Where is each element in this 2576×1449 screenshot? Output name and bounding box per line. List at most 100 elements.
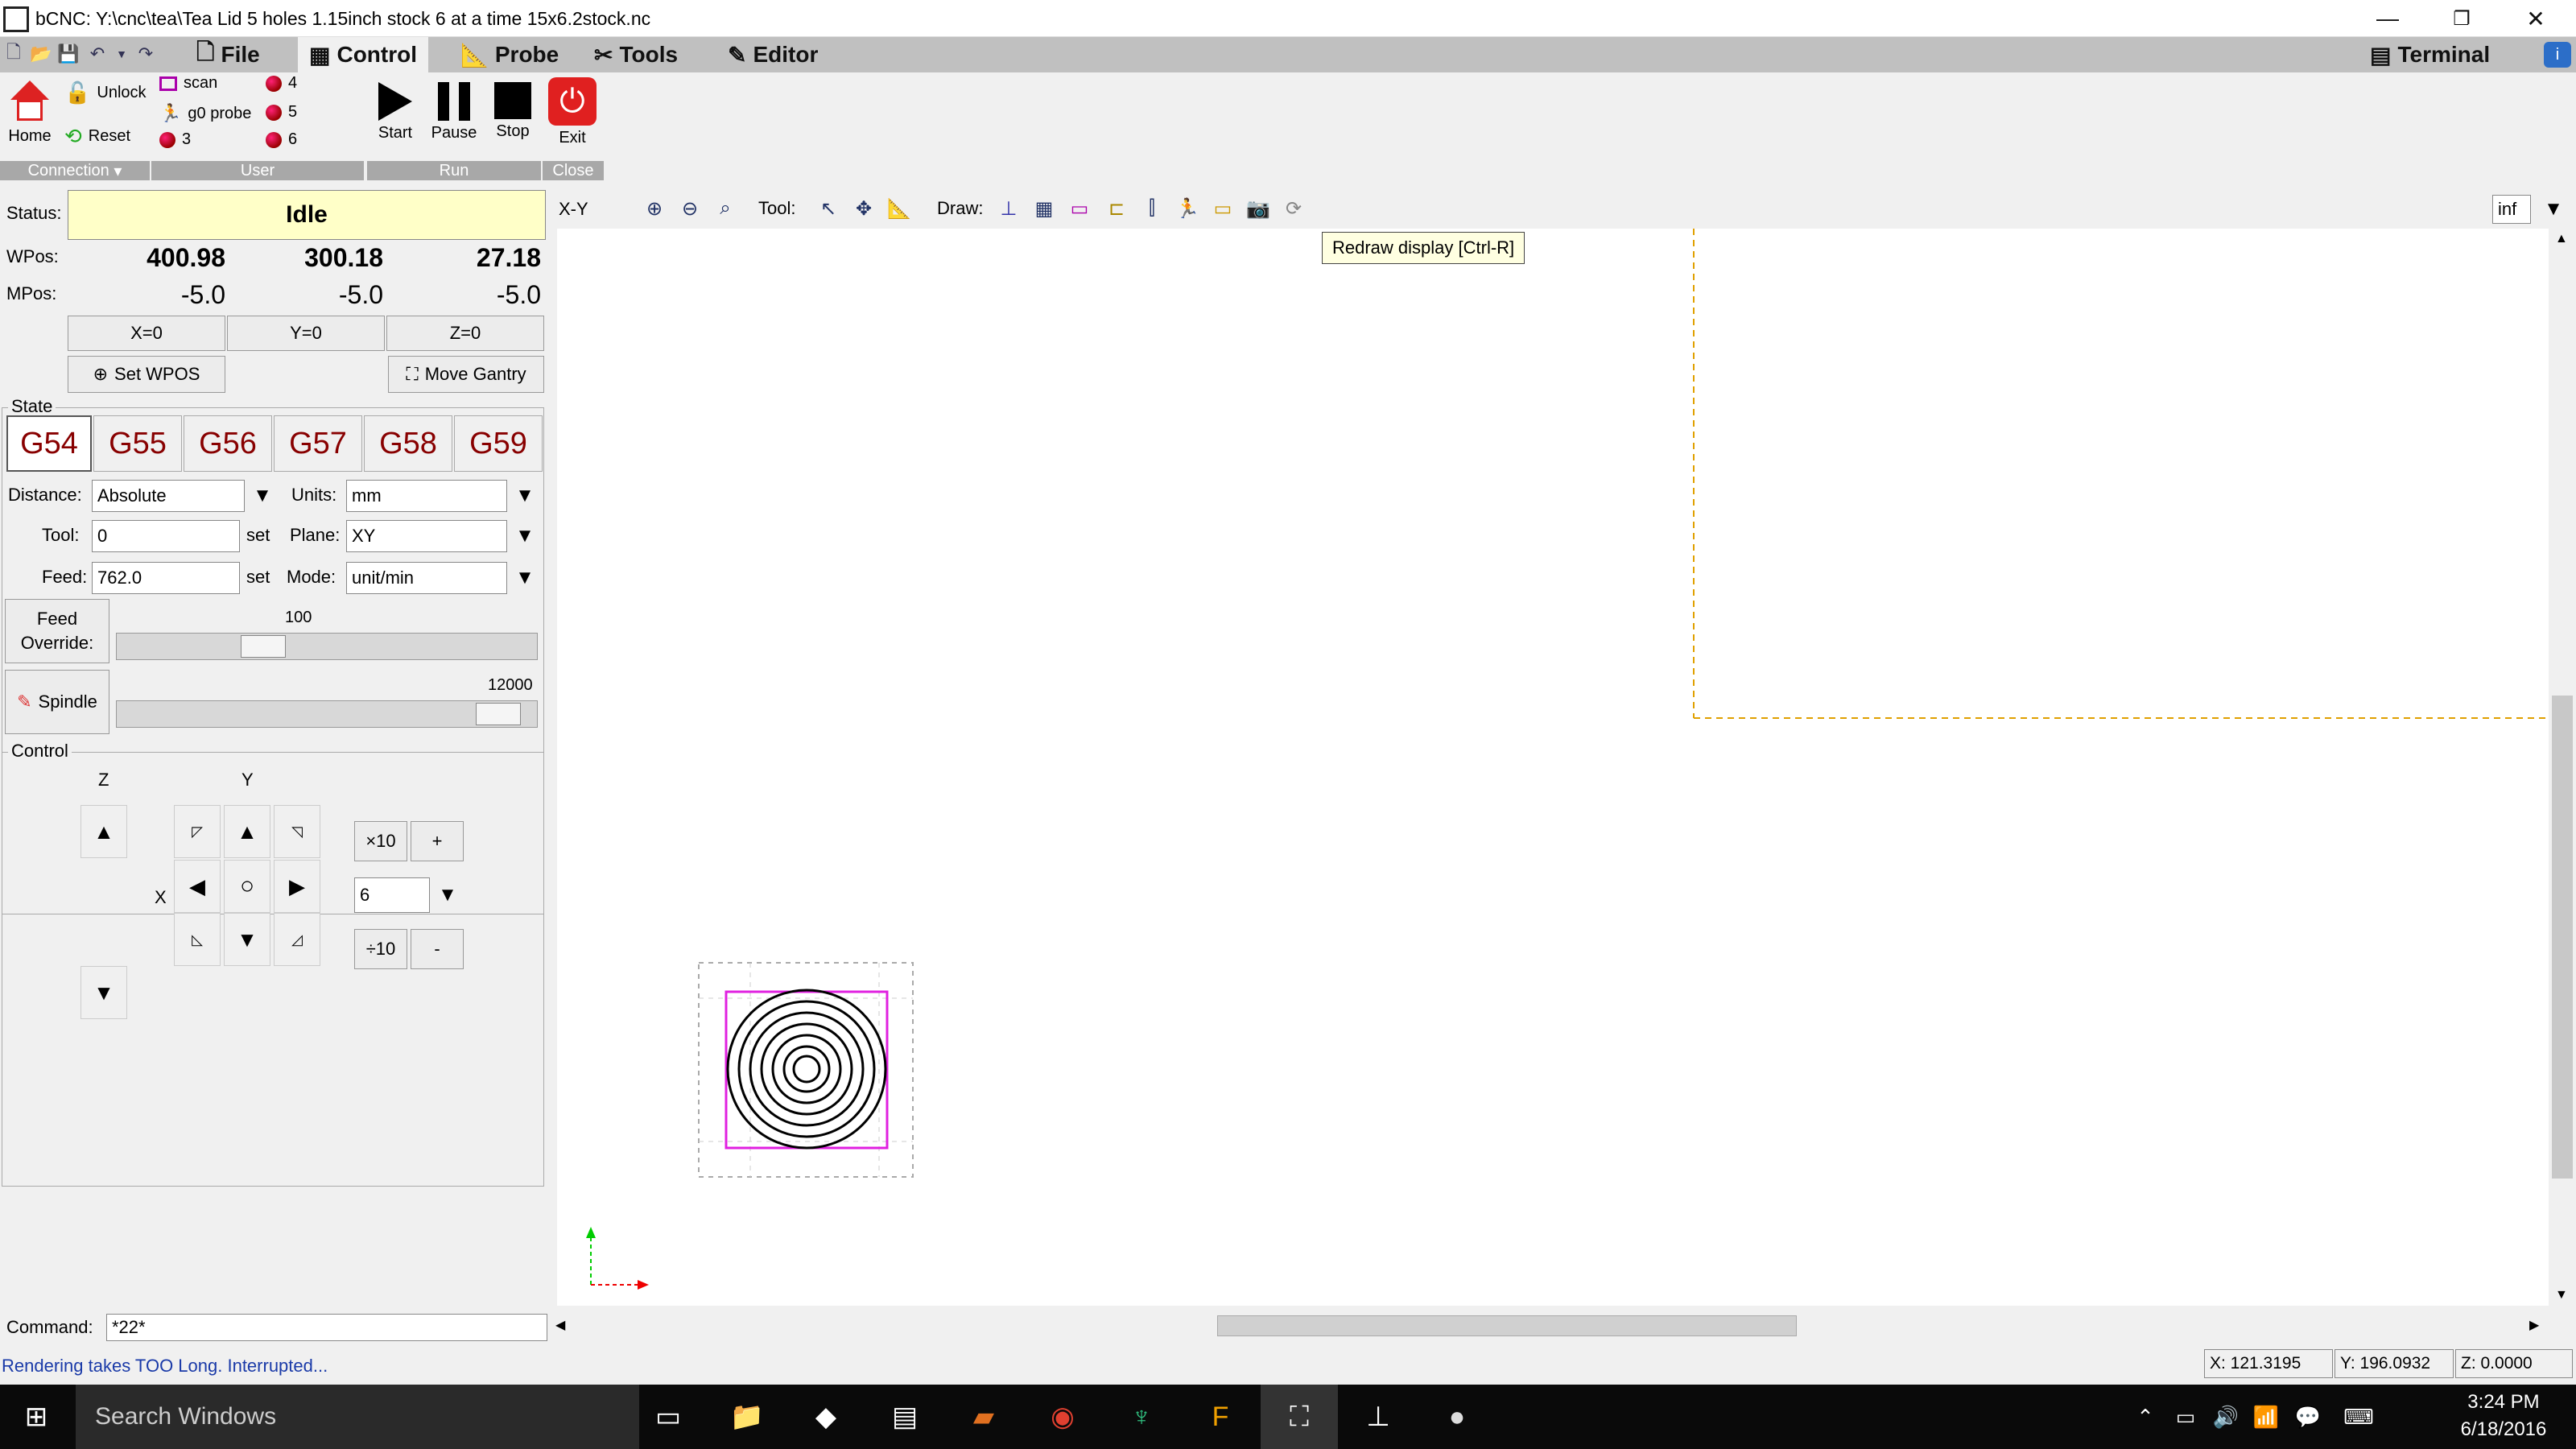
move-gantry-button[interactable]: ⛶ Move Gantry xyxy=(388,356,544,393)
battery-icon[interactable]: ▭ xyxy=(2165,1385,2206,1449)
pause-button[interactable]: Pause xyxy=(425,82,483,142)
tab-g58[interactable]: G58 xyxy=(364,415,452,472)
vertical-scrollbar[interactable]: ▲ ▼ xyxy=(2549,229,2576,1306)
user-4-button[interactable]: 4 xyxy=(266,74,297,93)
start-menu-button[interactable]: ⊞ xyxy=(0,1385,72,1449)
step-plus-button[interactable]: + xyxy=(411,821,464,861)
pan-icon[interactable]: ✥ xyxy=(848,193,879,224)
app-icon-2[interactable]: ▤ xyxy=(866,1385,943,1449)
command-input[interactable]: *22* xyxy=(106,1314,547,1341)
jog-z-up-button[interactable]: ▲ xyxy=(80,805,127,858)
tab-control[interactable]: ▦ Control xyxy=(298,37,428,72)
network-icon[interactable]: 📶 xyxy=(2246,1385,2286,1449)
start-button[interactable]: Start xyxy=(370,82,420,142)
wpos-y[interactable]: 300.18 xyxy=(229,243,383,273)
plane-select[interactable]: XY xyxy=(346,520,507,552)
probe-draw-icon[interactable]: ⫿ xyxy=(1137,193,1167,224)
scroll-up-icon[interactable]: ▲ xyxy=(2555,232,2568,246)
zoom-dropdown-icon[interactable]: ▼ xyxy=(2536,193,2571,225)
tab-file[interactable]: 🗋 File xyxy=(185,37,271,72)
margin-icon[interactable]: ▭ xyxy=(1064,193,1095,224)
unlock-button[interactable]: 🔓 Unlock xyxy=(64,80,147,105)
jog-up-left-button[interactable]: ◸ xyxy=(174,805,221,858)
rapid-motion-icon[interactable]: 🏃 xyxy=(1172,193,1203,224)
clock-date[interactable]: 6/18/2016 xyxy=(2439,1418,2568,1441)
undo-dropdown-icon[interactable]: ▼ xyxy=(109,42,134,66)
tab-g56[interactable]: G56 xyxy=(184,415,272,472)
jog-y-down-button[interactable]: ▼ xyxy=(224,913,270,966)
jog-down-left-button[interactable]: ◺ xyxy=(174,913,221,966)
feed-input[interactable]: 762.0 xyxy=(92,562,240,594)
tab-g55[interactable]: G55 xyxy=(93,415,182,472)
mode-select[interactable]: unit/min xyxy=(346,562,507,594)
tab-editor[interactable]: ✎ Editor xyxy=(716,37,829,72)
plane-dropdown-icon[interactable]: ▼ xyxy=(507,520,543,552)
scroll-right-icon[interactable]: ▶ xyxy=(2529,1317,2539,1333)
user-5-button[interactable]: 5 xyxy=(266,103,297,122)
volume-icon[interactable]: 🔊 xyxy=(2206,1385,2246,1449)
jog-x-right-button[interactable]: ▶ xyxy=(274,860,320,913)
spindle-button[interactable]: ✎ Spindle xyxy=(5,670,109,734)
help-icon[interactable]: i xyxy=(2544,42,2571,68)
file-explorer-icon[interactable]: 📁 xyxy=(708,1385,786,1449)
zero-y-button[interactable]: Y=0 xyxy=(227,316,385,351)
view-select[interactable]: X-Y xyxy=(554,195,634,224)
clock-time[interactable]: 3:24 PM xyxy=(2439,1391,2568,1414)
task-view-icon[interactable]: ▭ xyxy=(630,1385,707,1449)
step-minus-button[interactable]: - xyxy=(411,929,464,969)
tool-set-button[interactable]: set xyxy=(246,525,270,546)
user-scan-button[interactable]: scan xyxy=(159,74,217,93)
select-cursor-icon[interactable]: ↖ xyxy=(813,193,844,224)
tab-probe[interactable]: 📐 Probe xyxy=(449,37,570,72)
spindle-slider[interactable] xyxy=(116,700,538,728)
scroll-down-icon[interactable]: ▼ xyxy=(2555,1288,2568,1302)
bcnc-taskbar-icon[interactable]: ⛶ xyxy=(1261,1385,1338,1449)
zero-x-button[interactable]: X=0 xyxy=(68,316,225,351)
zoom-in-icon[interactable]: ⊕ xyxy=(639,193,670,224)
zoom-fit-icon[interactable]: ⌕ xyxy=(710,193,741,224)
camera-icon[interactable]: 📷 xyxy=(1243,193,1274,224)
grid-icon[interactable]: ▦ xyxy=(1029,193,1059,224)
user-6-button[interactable]: 6 xyxy=(266,130,297,149)
restore-button[interactable]: ❐ xyxy=(2425,0,2499,37)
feed-override-thumb[interactable] xyxy=(241,635,287,658)
stock-icon[interactable]: ▭ xyxy=(1208,193,1238,224)
jog-down-right-button[interactable]: ◿ xyxy=(274,913,320,966)
search-box[interactable]: Search Windows xyxy=(76,1385,639,1449)
redraw-icon[interactable]: ⟳ xyxy=(1278,193,1309,224)
step-multiply-button[interactable]: ×10 xyxy=(354,821,407,861)
app-icon-5[interactable]: F xyxy=(1182,1385,1259,1449)
zoom-level-select[interactable]: inf xyxy=(2492,195,2531,224)
feed-override-slider[interactable] xyxy=(116,633,538,660)
app-icon-3[interactable]: ▰ xyxy=(945,1385,1022,1449)
jog-z-down-button[interactable]: ▼ xyxy=(80,966,127,1019)
axes-icon[interactable]: ⊥ xyxy=(993,193,1024,224)
ruler-icon[interactable]: 📐 xyxy=(884,193,914,224)
tab-g59[interactable]: G59 xyxy=(454,415,543,472)
jog-home-button[interactable]: ○ xyxy=(224,860,270,913)
zoom-out-icon[interactable]: ⊖ xyxy=(675,193,705,224)
exit-button[interactable]: ⏻ Exit xyxy=(544,77,601,147)
keyboard-icon[interactable]: ⌨ xyxy=(2334,1385,2383,1449)
redo-icon[interactable]: ↷ xyxy=(134,42,158,66)
wpos-z[interactable]: 27.18 xyxy=(386,243,541,273)
jog-x-left-button[interactable]: ◀ xyxy=(174,860,221,913)
group-connection[interactable]: Connection ▾ xyxy=(0,161,150,180)
distance-dropdown-icon[interactable]: ▼ xyxy=(245,480,280,512)
app-icon-7[interactable]: ● xyxy=(1418,1385,1496,1449)
save-file-icon[interactable]: 💾 xyxy=(56,42,80,66)
vertical-scroll-thumb[interactable] xyxy=(2552,696,2573,1179)
minimize-button[interactable]: — xyxy=(2351,0,2425,37)
scroll-left-icon[interactable]: ◀ xyxy=(555,1317,565,1333)
horizontal-scroll-thumb[interactable] xyxy=(1217,1315,1797,1336)
tab-tools[interactable]: ✂ Tools xyxy=(583,37,689,72)
horizontal-scrollbar[interactable]: ◀ ▶ xyxy=(552,1312,2549,1340)
close-window-button[interactable]: ✕ xyxy=(2499,0,2573,37)
tab-g54[interactable]: G54 xyxy=(6,415,92,472)
user-g0probe-button[interactable]: 🏃 g0 probe xyxy=(159,103,251,124)
user-3-button[interactable]: 3 xyxy=(159,130,191,149)
notifications-icon[interactable]: 💬 xyxy=(2288,1385,2328,1449)
step-divide-button[interactable]: ÷10 xyxy=(354,929,407,969)
units-dropdown-icon[interactable]: ▼ xyxy=(507,480,543,512)
step-dropdown-icon[interactable]: ▼ xyxy=(430,879,465,911)
